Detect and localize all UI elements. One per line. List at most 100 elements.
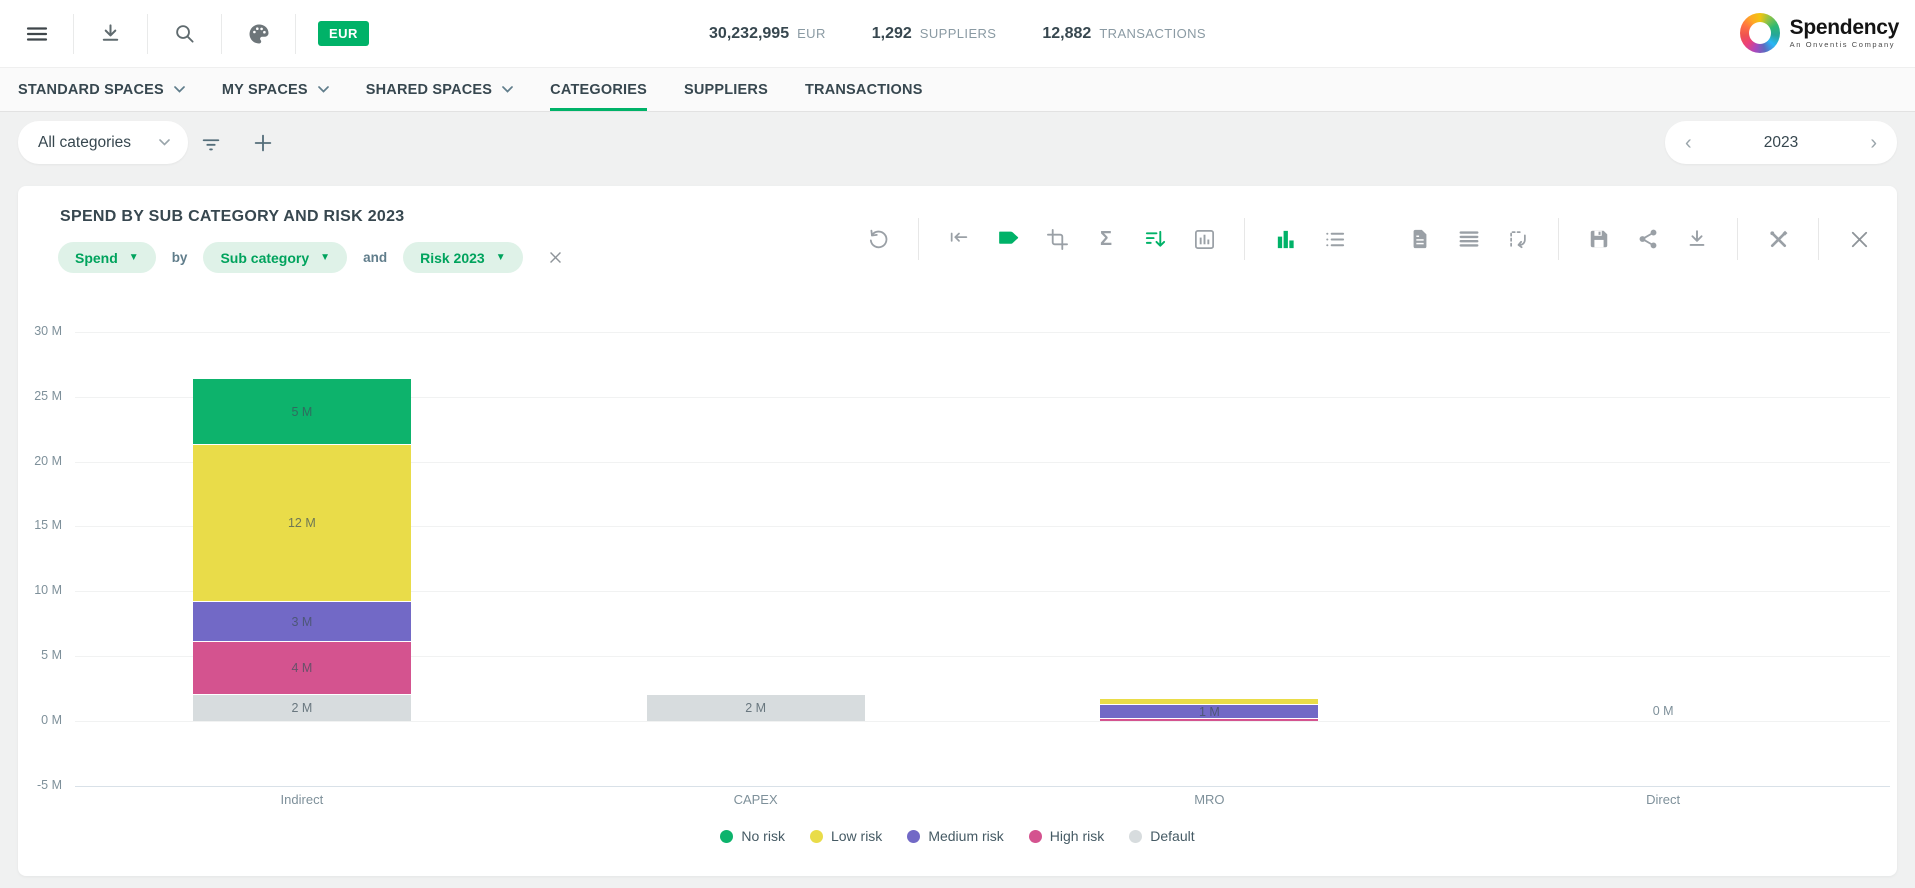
list-view-button[interactable] bbox=[1322, 227, 1346, 251]
category-selector[interactable]: All categories bbox=[18, 121, 188, 164]
tab-label: STANDARD SPACES bbox=[18, 82, 164, 98]
chart-legend: No risk Low risk Medium risk High risk Defau… bbox=[18, 828, 1897, 844]
sort-button[interactable] bbox=[1143, 227, 1167, 251]
topbar: EUR 30,232,995 EUR 1,292 SUPPLIERS 12,88… bbox=[0, 0, 1915, 67]
crop-icon bbox=[1046, 228, 1069, 251]
segment-value-label: 4 M bbox=[291, 661, 312, 675]
connector-text: by bbox=[172, 250, 188, 265]
divider bbox=[1244, 218, 1245, 260]
search-button[interactable] bbox=[148, 0, 221, 67]
legend-dot-icon bbox=[1129, 830, 1142, 843]
bar-stack[interactable]: 1 M bbox=[1100, 699, 1318, 721]
tab-standard-spaces[interactable]: STANDARD SPACES bbox=[18, 68, 185, 111]
chart-plot: 2 M 4 M 3 M12 M 5 M Indirect2 MCAPEX1 MMRO0 … bbox=[75, 290, 1890, 860]
chart-column-indirect[interactable]: 2 M 4 M 3 M12 M 5 M Indirect bbox=[75, 290, 529, 860]
theme-button[interactable] bbox=[222, 0, 295, 67]
tab-shared-spaces[interactable]: SHARED SPACES bbox=[366, 68, 513, 111]
bar-segment-medium-risk[interactable]: 1 M bbox=[1100, 705, 1318, 718]
chart-column-mro[interactable]: 1 MMRO bbox=[983, 290, 1437, 860]
arrow-to-left-icon bbox=[948, 228, 970, 250]
stat-value: 12,882 bbox=[1042, 25, 1091, 43]
crop-button[interactable] bbox=[1045, 227, 1069, 251]
bar-segment-low-risk[interactable] bbox=[1100, 699, 1318, 704]
legend-item-low-risk[interactable]: Low risk bbox=[810, 828, 882, 844]
legend-dot-icon bbox=[810, 830, 823, 843]
bar-segment-no-risk[interactable]: 5 M bbox=[193, 379, 411, 444]
legend-item-high-risk[interactable]: High risk bbox=[1029, 828, 1104, 844]
legend-dot-icon bbox=[720, 830, 733, 843]
tools-icon bbox=[1767, 228, 1790, 251]
report-icon bbox=[1409, 228, 1431, 250]
aggregate-button[interactable]: Σ bbox=[1094, 227, 1118, 251]
remove-dimension-button[interactable] bbox=[547, 249, 564, 266]
refresh-button[interactable] bbox=[866, 227, 890, 251]
pivot-button[interactable] bbox=[1506, 227, 1530, 251]
year-prev-button[interactable]: ‹ bbox=[1685, 133, 1692, 153]
y-axis-tick: 10 M bbox=[18, 583, 62, 597]
tab-categories[interactable]: CATEGORIES bbox=[550, 68, 647, 111]
list-icon bbox=[1323, 228, 1346, 251]
divider bbox=[1737, 218, 1738, 260]
tab-label: CATEGORIES bbox=[550, 82, 647, 98]
bar-chart-view-button[interactable] bbox=[1273, 227, 1297, 251]
chevron-down-icon bbox=[159, 139, 170, 146]
plus-icon[interactable] bbox=[252, 132, 274, 154]
chart-column-direct[interactable]: 0 M Direct bbox=[1436, 290, 1890, 860]
legend-item-medium-risk[interactable]: Medium risk bbox=[907, 828, 1003, 844]
stat-label: EUR bbox=[797, 26, 826, 41]
segment-value-label: 2 M bbox=[291, 701, 312, 715]
x-axis-category-label: Indirect bbox=[75, 792, 529, 807]
legend-dot-icon bbox=[1029, 830, 1042, 843]
stacked-bar-chart[interactable]: 2 M4 M3 M12 M5 MIndirect2 MCAPEX1 MMRO0 … bbox=[18, 290, 1897, 860]
segment-value-label: 5 M bbox=[291, 405, 312, 419]
tab-transactions[interactable]: TRANSACTIONS bbox=[805, 68, 923, 111]
share-button[interactable] bbox=[1636, 227, 1660, 251]
tab-my-spaces[interactable]: MY SPACES bbox=[222, 68, 329, 111]
y-axis-tick: 0 M bbox=[18, 713, 62, 727]
legend-item-no-risk[interactable]: No risk bbox=[720, 828, 785, 844]
stat-value: 1,292 bbox=[872, 25, 912, 43]
chart-column-capex[interactable]: 2 MCAPEX bbox=[529, 290, 983, 860]
download-icon bbox=[99, 22, 122, 45]
chevron-down-icon bbox=[318, 86, 329, 93]
pivot-icon bbox=[1507, 228, 1529, 250]
menu-icon bbox=[25, 22, 49, 46]
currency-badge[interactable]: EUR bbox=[318, 21, 369, 46]
y-axis-tick: 30 M bbox=[18, 324, 62, 338]
drilldown-back-button[interactable] bbox=[947, 227, 971, 251]
bar-segment-high-risk[interactable] bbox=[1100, 719, 1318, 721]
export-button[interactable] bbox=[74, 0, 147, 67]
menu-button[interactable] bbox=[0, 0, 73, 67]
bar-segment-medium-risk[interactable]: 3 M bbox=[193, 602, 411, 641]
download-chart-button[interactable] bbox=[1685, 227, 1709, 251]
tab-suppliers[interactable]: SUPPLIERS bbox=[684, 68, 768, 111]
x-axis-category-label: Direct bbox=[1436, 792, 1890, 807]
secondary-dimension-chip[interactable]: Risk 2023▼ bbox=[403, 242, 523, 273]
dimension-chip[interactable]: Sub category▼ bbox=[203, 242, 347, 273]
zero-value-label: 0 M bbox=[1436, 704, 1890, 718]
y-axis-tick: 25 M bbox=[18, 389, 62, 403]
bar-segment-low-risk[interactable]: 12 M bbox=[193, 445, 411, 601]
chart-settings-button[interactable] bbox=[1192, 227, 1216, 251]
bar-segment-default[interactable]: 2 M bbox=[647, 695, 865, 721]
kpi-stats: 30,232,995 EUR 1,292 SUPPLIERS 12,882 TR… bbox=[709, 0, 1206, 67]
legend-item-default[interactable]: Default bbox=[1129, 828, 1194, 844]
label-button[interactable] bbox=[996, 227, 1020, 251]
measure-chip[interactable]: Spend▼ bbox=[58, 242, 156, 273]
filter-icon[interactable] bbox=[200, 132, 222, 154]
bar-stack[interactable]: 2 M 4 M 3 M12 M 5 M bbox=[193, 379, 411, 721]
report-button[interactable] bbox=[1408, 227, 1432, 251]
bar-segment-high-risk[interactable]: 4 M bbox=[193, 642, 411, 694]
bar-stack[interactable]: 2 M bbox=[647, 695, 865, 721]
bar-segment-default[interactable]: 2 M bbox=[193, 695, 411, 721]
category-selector-value: All categories bbox=[38, 134, 131, 152]
palette-icon bbox=[247, 22, 271, 46]
caret-down-icon: ▼ bbox=[129, 252, 139, 263]
table-view-button[interactable] bbox=[1457, 227, 1481, 251]
close-card-button[interactable] bbox=[1847, 227, 1871, 251]
year-next-button[interactable]: › bbox=[1870, 133, 1877, 153]
tab-label: MY SPACES bbox=[222, 82, 308, 98]
save-button[interactable] bbox=[1587, 227, 1611, 251]
settings-tools-button[interactable] bbox=[1766, 227, 1790, 251]
segment-value-label: 2 M bbox=[745, 701, 766, 715]
